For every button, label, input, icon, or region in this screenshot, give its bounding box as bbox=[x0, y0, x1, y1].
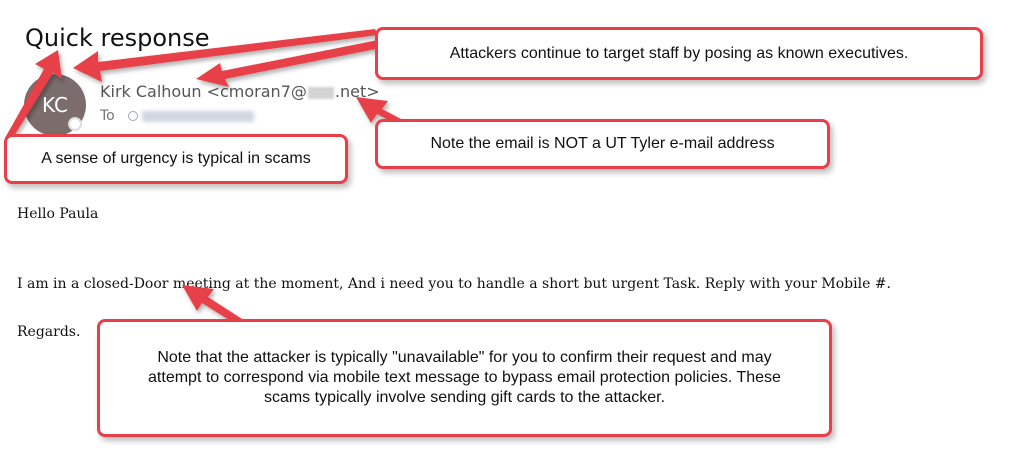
callout-executives: Attackers continue to target staff by po… bbox=[375, 27, 983, 80]
arrow-to-subject bbox=[5, 50, 62, 141]
callout-not-ut-email: Note the email is NOT a UT Tyler e-mail … bbox=[375, 119, 830, 169]
callout-urgency: A sense of urgency is typical in scams bbox=[4, 134, 348, 184]
callout-unavailable: Note that the attacker is typically "una… bbox=[97, 319, 832, 437]
